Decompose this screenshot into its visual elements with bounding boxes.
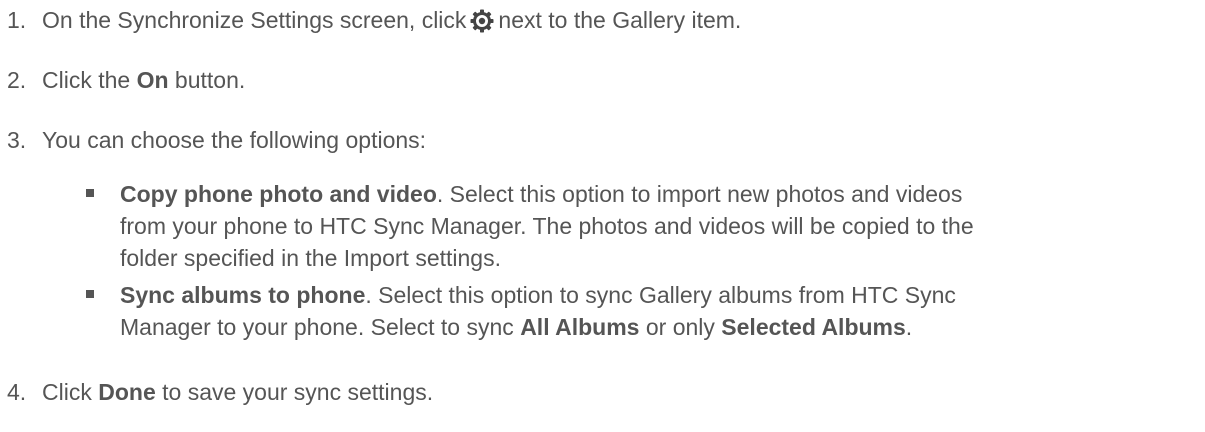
bullet-icon: [86, 290, 94, 298]
option-line: Manager to your phone. Select to sync Al…: [120, 314, 913, 340]
step-3: 3. You can choose the following options:: [0, 124, 426, 156]
step-text: to save your sync settings.: [155, 379, 434, 405]
step-number: 2.: [7, 67, 27, 93]
gear-icon: [470, 9, 494, 41]
option-line: folder specified in the Import settings.: [120, 245, 501, 271]
step-text: You can choose the following options:: [42, 127, 427, 153]
step-number: 1.: [7, 7, 27, 33]
option-line: Sync albums to phone. Select this option…: [120, 282, 956, 308]
option-title: Copy phone photo and video: [120, 181, 437, 207]
all-albums-label: All Albums: [520, 314, 640, 340]
step-2: 2. Click the On button.: [0, 64, 245, 96]
step-text: next to the Gallery item.: [498, 7, 742, 33]
step-number: 4.: [7, 379, 27, 405]
option-sync-albums: Sync albums to phone. Select this option…: [120, 279, 1180, 343]
step-text: button.: [168, 67, 246, 93]
option-copy-phone-photo: Copy phone photo and video. Select this …: [120, 178, 1180, 274]
done-button-label: Done: [98, 379, 156, 405]
option-title: Sync albums to phone: [120, 282, 366, 308]
step-1: 1. On the Synchronize Settings screen, cl…: [0, 4, 741, 41]
option-line: Copy phone photo and video. Select this …: [120, 181, 963, 207]
step-text: On the Synchronize Settings screen, clic…: [42, 7, 467, 33]
step-4: 4. Click Done to save your sync settings.: [0, 376, 433, 408]
selected-albums-label: Selected Albums: [721, 314, 906, 340]
bullet-icon: [86, 189, 94, 197]
option-line: from your phone to HTC Sync Manager. The…: [120, 213, 974, 239]
step-text: Click the: [42, 67, 137, 93]
step-number: 3.: [7, 127, 27, 153]
step-text: Click: [42, 379, 99, 405]
on-button-label: On: [136, 67, 169, 93]
